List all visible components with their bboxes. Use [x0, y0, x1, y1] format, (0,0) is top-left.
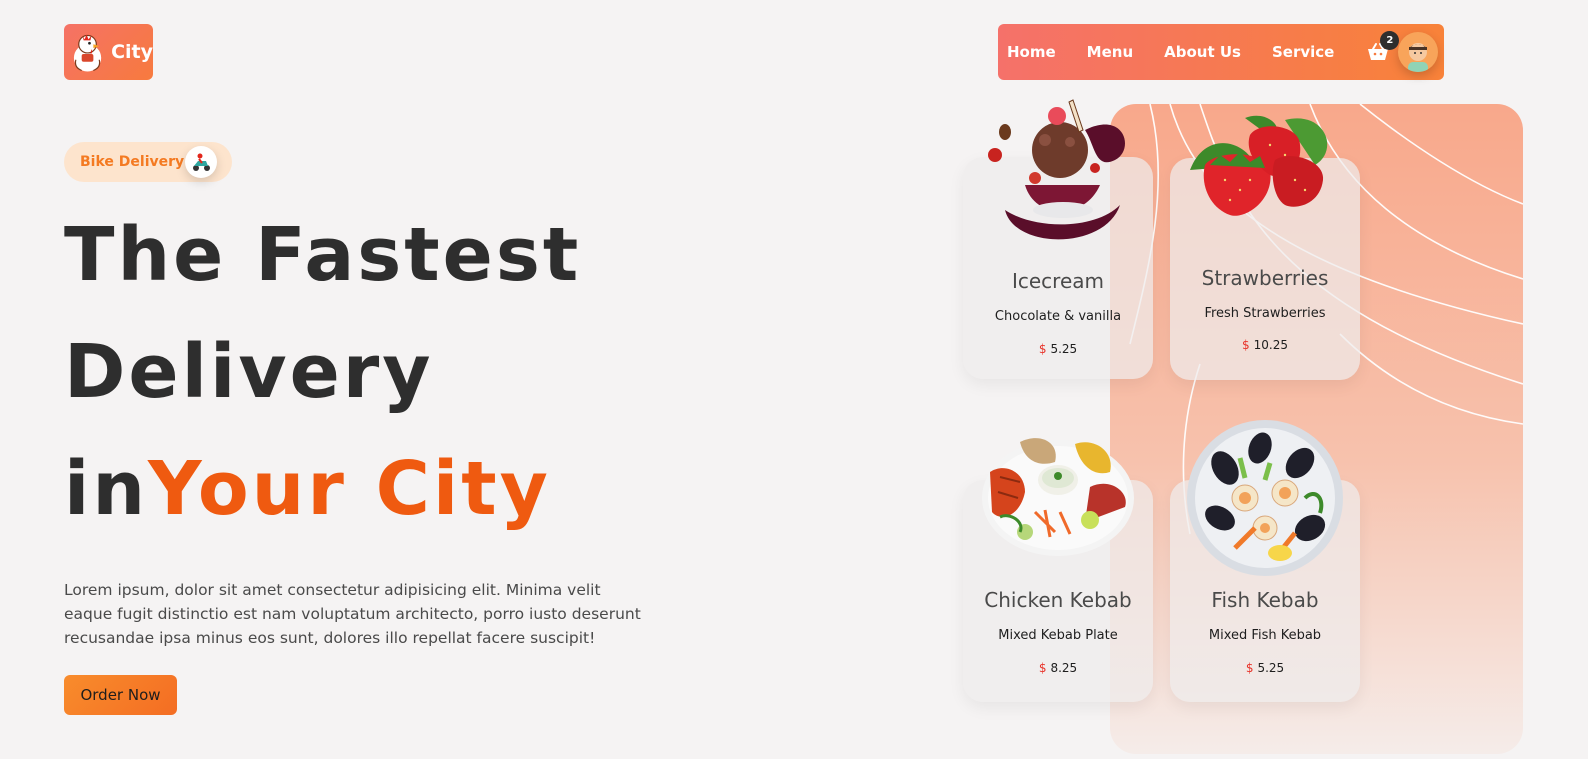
order-now-button[interactable]: Order Now	[64, 675, 177, 715]
nav-service[interactable]: Service	[1272, 43, 1334, 61]
hero-description: Lorem ipsum, dolor sit amet consectetur …	[64, 581, 641, 647]
currency-symbol: $	[1245, 661, 1254, 675]
price-value: 10.25	[1253, 338, 1288, 352]
brand-logo[interactable]: City	[64, 24, 153, 80]
fish-kebab-image	[1187, 420, 1343, 576]
icecream-image	[988, 99, 1125, 240]
brand-name: City	[111, 41, 153, 63]
card-title: Icecream	[1011, 269, 1105, 293]
card-subtitle: Chocolate & vanilla	[994, 309, 1122, 324]
currency-symbol: $	[1038, 342, 1047, 356]
cart-button[interactable]: 2	[1363, 31, 1400, 67]
bike-delivery-badge: Bike Delivery	[64, 142, 232, 182]
card-title: Chicken Kebab	[984, 588, 1132, 612]
chicken-kebab-image	[982, 438, 1134, 556]
chicken-mascot-icon	[73, 34, 102, 72]
scooter-icon-wrap	[185, 146, 217, 178]
currency-symbol: $	[1038, 661, 1047, 675]
nav-about-us[interactable]: About Us	[1164, 43, 1241, 61]
price-value: 5.25	[1050, 342, 1078, 356]
card-title: Fish Kebab	[1211, 588, 1319, 612]
card-price: $5.25	[1170, 661, 1360, 675]
hero-headline: The Fastest Delivery inYour City	[64, 197, 704, 548]
cart-count-badge: 2	[1380, 31, 1400, 50]
currency-symbol: $	[1242, 338, 1250, 352]
nav-home[interactable]: Home	[1007, 43, 1056, 61]
card-price: $8.25	[963, 661, 1153, 675]
price-value: 5.25	[1257, 661, 1285, 675]
card-subtitle: Mixed Kebab Plate	[998, 628, 1118, 643]
card-subtitle: Fresh Strawberries	[1204, 306, 1326, 321]
user-avatar-icon	[1408, 43, 1428, 72]
card-price: $10.25	[1170, 338, 1360, 352]
headline-accent: Your City	[148, 446, 551, 532]
main-nav: Home Menu About Us Service 2	[998, 24, 1444, 80]
user-avatar[interactable]	[1398, 32, 1438, 72]
price-value: 8.25	[1050, 661, 1078, 675]
strawberries-image	[1190, 115, 1328, 216]
card-title: Strawberries	[1201, 266, 1329, 290]
card-subtitle: Mixed Fish Kebab	[1208, 628, 1322, 643]
badge-label: Bike Delivery	[80, 154, 185, 170]
scooter-icon	[193, 153, 210, 171]
nav-menu[interactable]: Menu	[1087, 43, 1133, 61]
card-price: $5.25	[963, 342, 1153, 356]
